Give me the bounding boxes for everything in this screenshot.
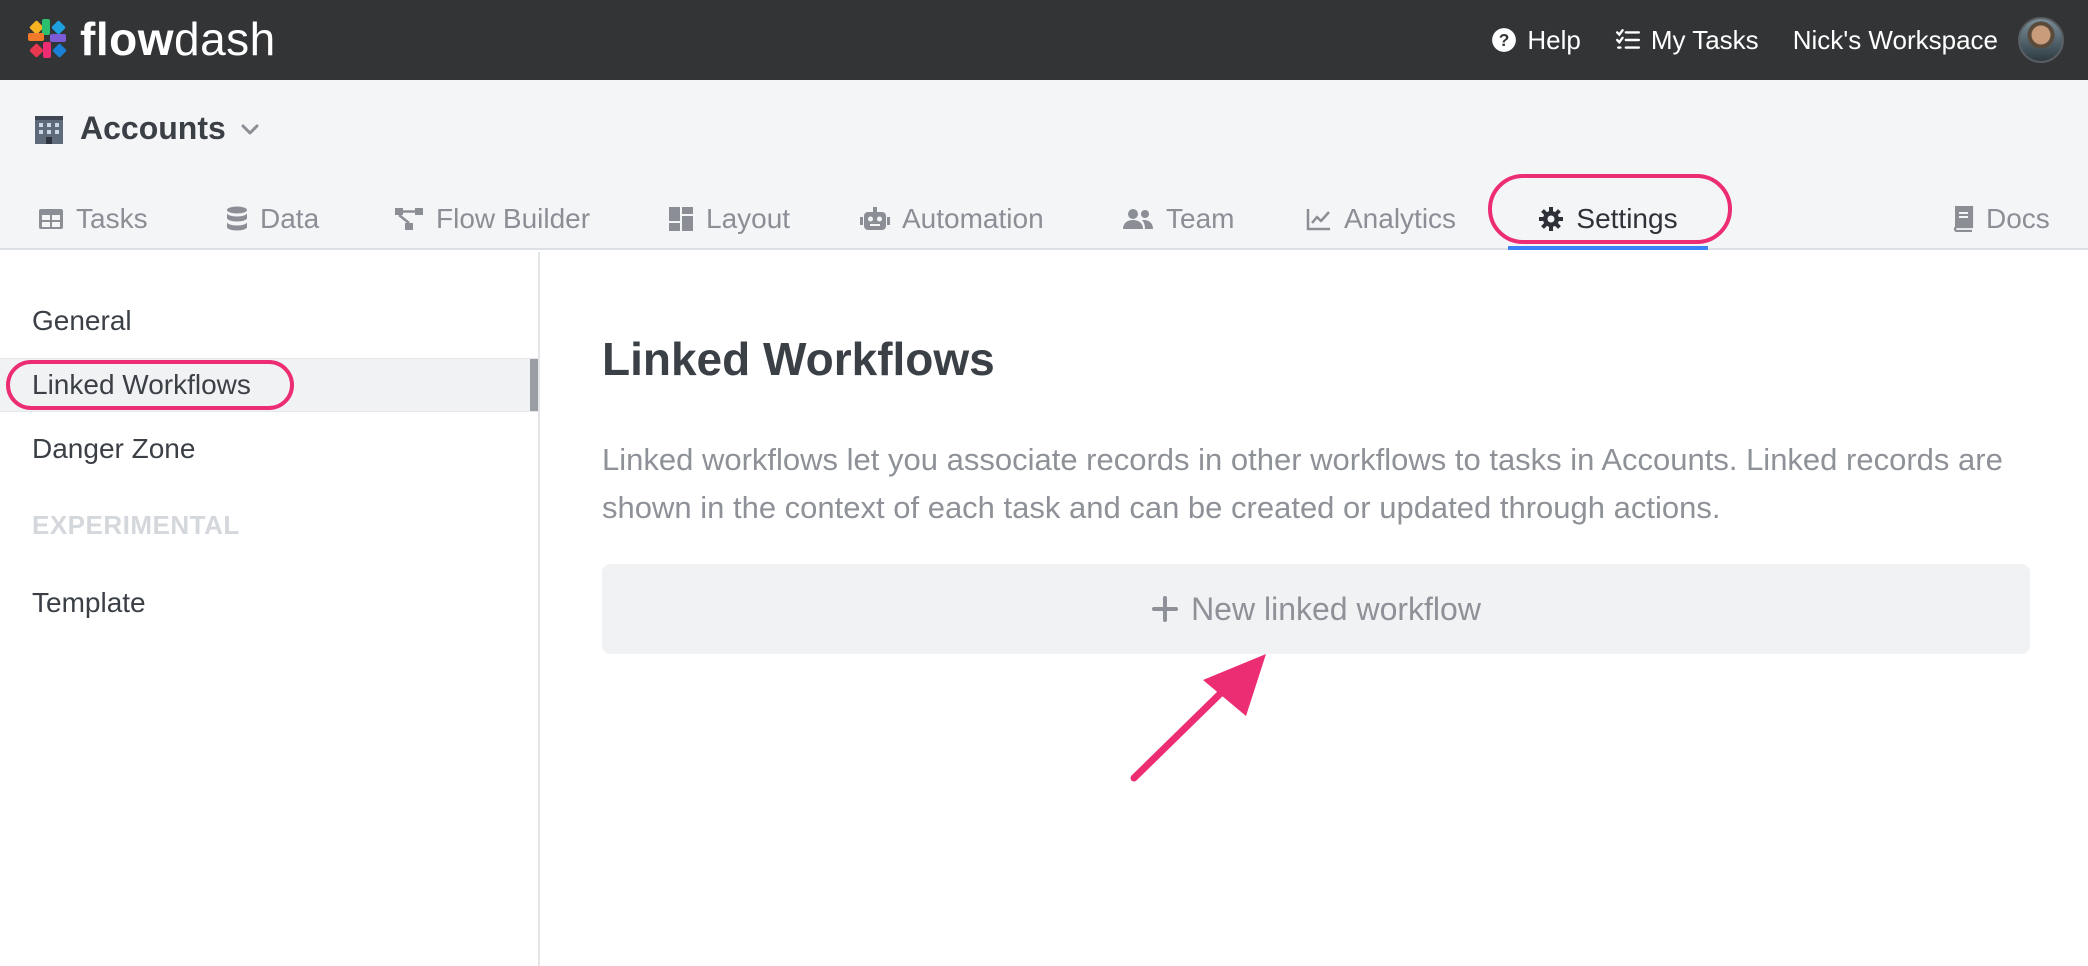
page-title: Linked Workflows <box>602 333 995 385</box>
flow-icon <box>395 208 423 230</box>
question-circle-icon: ? <box>1492 28 1517 52</box>
sidebar-item-label: Danger Zone <box>32 433 196 464</box>
active-tab-underline <box>1508 246 1708 250</box>
tab-label: Analytics <box>1344 203 1457 234</box>
workflow-tabs: Tasks Data Flow Builder Layout Automatio… <box>0 190 2088 250</box>
sidebar-item-linked-workflows[interactable]: Linked Workflows <box>0 358 538 412</box>
office-building-icon <box>35 115 63 144</box>
layout-icon <box>669 207 693 231</box>
tab-label: Automation <box>902 203 1044 234</box>
workflow-title: Accounts <box>80 110 226 146</box>
sidebar-item-label: General <box>32 305 132 336</box>
book-icon <box>1953 206 1974 232</box>
tab-flow-builder[interactable]: Flow Builder <box>394 190 590 248</box>
workflow-switcher[interactable]: Accounts <box>32 110 260 147</box>
tab-tasks[interactable]: Tasks <box>38 190 148 248</box>
sidebar-section-experimental: EXPERIMENTAL <box>32 510 240 540</box>
svg-text:?: ? <box>1499 30 1510 50</box>
tab-label: Docs <box>1986 203 2050 234</box>
workspace-label: Nick's Workspace <box>1792 24 1998 55</box>
workspace-menu[interactable]: Nick's Workspace <box>1793 25 1998 56</box>
avatar[interactable] <box>2018 17 2064 63</box>
robot-icon <box>860 207 890 230</box>
tab-data[interactable]: Data <box>226 190 319 248</box>
top-bar: flowdash ? Help My Tasks Nick's Workspac… <box>0 0 2088 80</box>
chevron-down-icon <box>241 124 259 134</box>
tab-automation[interactable]: Automation <box>860 190 1044 248</box>
tab-settings[interactable]: Settings <box>1498 190 1718 250</box>
tab-label: Team <box>1166 203 1235 234</box>
plus-icon <box>1152 596 1179 622</box>
help-label: Help <box>1527 24 1581 55</box>
help-link[interactable]: ? Help <box>1491 24 1581 56</box>
tab-label: Tasks <box>76 203 148 234</box>
new-linked-workflow-label: New linked workflow <box>1191 590 1481 627</box>
page-description: Linked workflows let you associate recor… <box>602 442 2003 525</box>
my-tasks-link[interactable]: My Tasks <box>1615 25 1759 56</box>
tab-label: Data <box>260 203 320 234</box>
chart-line-icon <box>1306 209 1330 231</box>
sidebar-item-label: Linked Workflows <box>32 369 251 400</box>
workflow-header: Accounts Tasks Data Flow Builder Layout … <box>0 80 2088 250</box>
database-icon <box>227 206 247 231</box>
checklist-icon <box>1615 29 1640 49</box>
tab-team[interactable]: Team <box>1122 190 1234 248</box>
tab-analytics[interactable]: Analytics <box>1306 190 1456 248</box>
flowdash-logo-icon <box>28 19 67 58</box>
tab-docs[interactable]: Docs <box>1952 190 2050 248</box>
main-content: Linked Workflows Linked workflows let yo… <box>542 252 2088 966</box>
tab-label: Settings <box>1576 203 1678 234</box>
tab-layout[interactable]: Layout <box>668 190 790 248</box>
sidebar-item-template[interactable]: Template <box>0 576 538 630</box>
table-icon <box>39 209 63 229</box>
gear-icon <box>1539 207 1564 231</box>
sidebar-item-label: Template <box>32 587 146 618</box>
settings-sidebar: General Linked Workflows Danger Zone EXP… <box>0 252 540 966</box>
my-tasks-label: My Tasks <box>1650 24 1759 55</box>
tab-label: Flow Builder <box>436 203 591 234</box>
users-icon <box>1123 209 1153 229</box>
new-linked-workflow-button[interactable]: New linked workflow <box>602 564 2030 654</box>
sidebar-item-general[interactable]: General <box>0 294 538 348</box>
tab-label: Layout <box>706 203 791 234</box>
sidebar-item-danger-zone[interactable]: Danger Zone <box>0 422 538 476</box>
brand-name: flowdash <box>80 13 276 65</box>
flowdash-logo[interactable]: flowdash <box>28 13 276 65</box>
